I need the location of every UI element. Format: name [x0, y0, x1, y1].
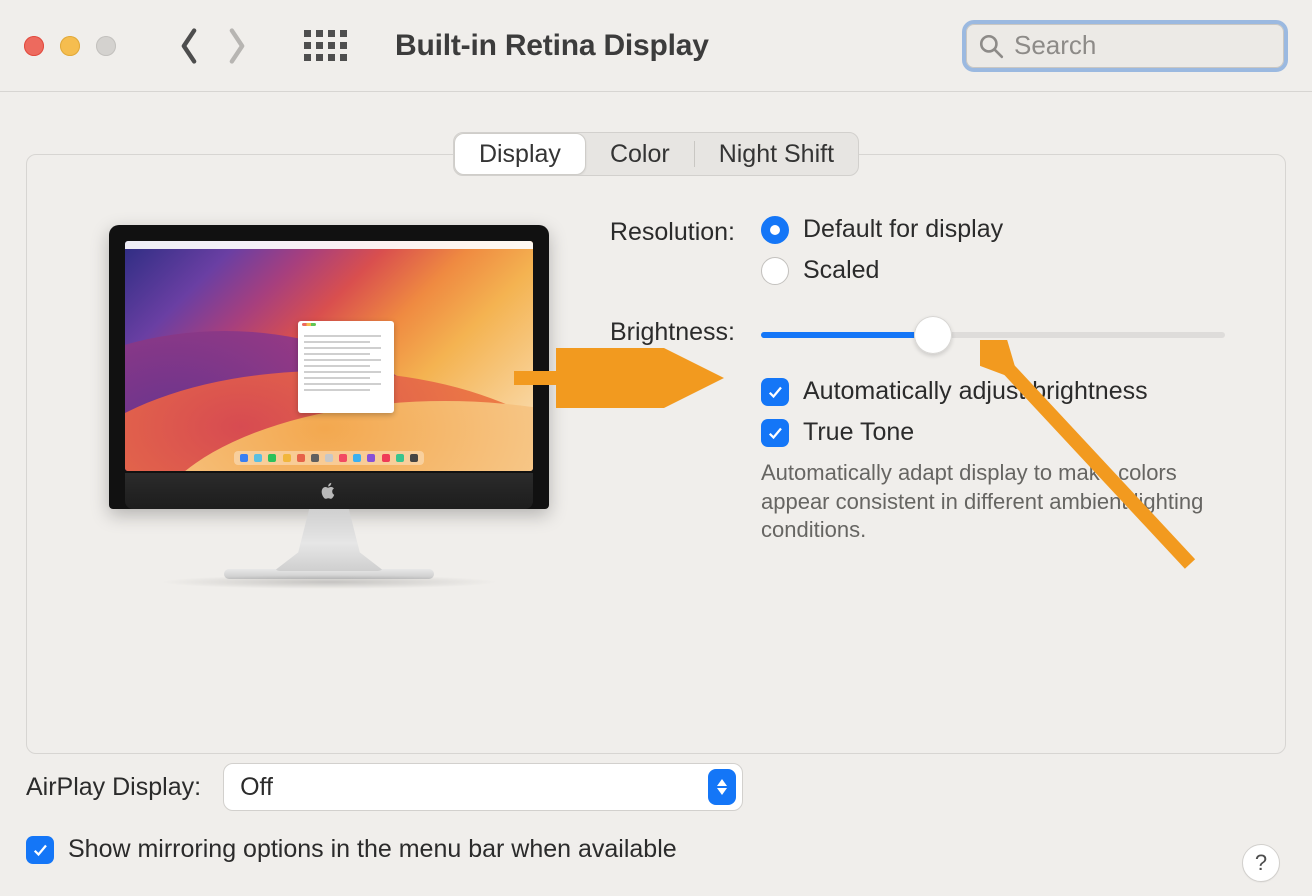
resolution-option-default[interactable]: Default for display [761, 215, 1225, 244]
minimize-window-button[interactable] [60, 36, 80, 56]
back-button[interactable] [176, 33, 202, 59]
airplay-value: Off [240, 773, 273, 802]
display-settings-form: Resolution: Default for display Scaled B… [567, 215, 1285, 589]
resolution-option-label: Default for display [803, 215, 1003, 244]
radio-icon [761, 257, 789, 285]
airplay-select[interactable]: Off [223, 763, 743, 811]
mirroring-checkbox[interactable]: Show mirroring options in the menu bar w… [26, 835, 677, 864]
window-title: Built-in Retina Display [395, 29, 709, 63]
checkbox-icon [761, 378, 789, 406]
imac-icon [109, 225, 549, 589]
search-icon [978, 33, 1004, 59]
resolution-label: Resolution: [567, 215, 735, 247]
window-toolbar: Built-in Retina Display [0, 0, 1312, 92]
radio-icon [761, 216, 789, 244]
brightness-label: Brightness: [567, 315, 735, 347]
apple-logo-icon [320, 482, 338, 500]
tab-color[interactable]: Color [586, 133, 694, 175]
mirroring-label: Show mirroring options in the menu bar w… [68, 835, 677, 864]
close-window-button[interactable] [24, 36, 44, 56]
auto-brightness-checkbox[interactable]: Automatically adjust brightness [761, 377, 1225, 406]
footer: AirPlay Display: Off Show mirroring opti… [26, 763, 1286, 888]
resolution-radio-group: Default for display Scaled [761, 215, 1225, 297]
slider-fill [761, 332, 933, 338]
display-preview [27, 215, 567, 589]
slider-thumb[interactable] [914, 316, 952, 354]
search-input[interactable] [1014, 30, 1272, 61]
checkbox-icon [761, 419, 789, 447]
tab-display[interactable]: Display [454, 133, 586, 175]
help-button[interactable]: ? [1242, 844, 1280, 882]
true-tone-caption: Automatically adapt display to make colo… [761, 459, 1225, 545]
settings-panel: Resolution: Default for display Scaled B… [26, 154, 1286, 754]
checkbox-icon [26, 836, 54, 864]
brightness-slider[interactable] [761, 315, 1225, 355]
display-tab-bar: Display Color Night Shift [453, 132, 859, 176]
resolution-option-label: Scaled [803, 256, 879, 285]
search-field[interactable] [962, 20, 1288, 72]
auto-brightness-label: Automatically adjust brightness [803, 377, 1148, 406]
true-tone-label: True Tone [803, 418, 914, 447]
zoom-window-button[interactable] [96, 36, 116, 56]
window-controls [24, 36, 116, 56]
resolution-option-scaled[interactable]: Scaled [761, 256, 1225, 285]
show-all-prefs-button[interactable] [304, 30, 347, 61]
tab-night-shift[interactable]: Night Shift [695, 133, 858, 175]
airplay-label: AirPlay Display: [26, 773, 201, 802]
forward-button[interactable] [224, 33, 250, 59]
select-stepper-icon [708, 769, 736, 805]
true-tone-checkbox[interactable]: True Tone [761, 418, 1225, 447]
slider-track [761, 332, 1225, 338]
